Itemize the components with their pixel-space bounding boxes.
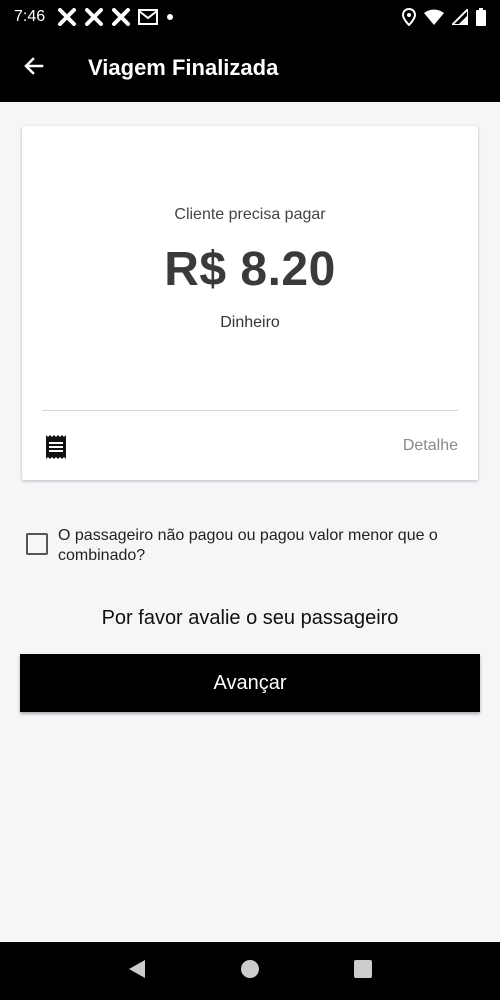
- dot-icon: [165, 12, 175, 22]
- advance-button[interactable]: Avançar: [20, 654, 480, 712]
- signal-icon: [452, 9, 468, 25]
- detail-link[interactable]: Detalhe: [403, 437, 458, 455]
- gmail-icon: [138, 9, 159, 25]
- triangle-back-icon: [128, 959, 146, 984]
- status-time: 7:46: [14, 8, 46, 25]
- notification-x-icon: [57, 8, 77, 26]
- app-bar: Viagem Finalizada: [0, 34, 500, 102]
- battery-icon: [476, 8, 486, 26]
- payment-amount: R$ 8.20: [164, 243, 336, 296]
- rate-passenger-prompt: Por favor avalie o seu passageiro: [101, 607, 399, 629]
- unpaid-checkbox-label[interactable]: O passageiro não pagou ou pagou valor me…: [58, 526, 476, 566]
- status-system-icons: [402, 8, 486, 26]
- back-button[interactable]: [0, 34, 68, 102]
- status-bar: 7:46: [0, 0, 500, 34]
- notification-x-icon: [111, 8, 131, 26]
- page-title: Viagem Finalizada: [88, 55, 279, 80]
- unpaid-checkbox[interactable]: [26, 533, 48, 555]
- square-recents-icon: [353, 959, 373, 984]
- receipt-icon[interactable]: [44, 434, 68, 460]
- arrow-left-icon: [22, 54, 46, 83]
- notification-x-icon: [84, 8, 104, 26]
- card-divider: [42, 410, 458, 411]
- nav-recents-button[interactable]: [343, 951, 383, 991]
- circle-home-icon: [240, 959, 260, 984]
- navigation-bar: [0, 942, 500, 1000]
- payment-method: Dinheiro: [220, 314, 280, 331]
- status-notification-icons: [57, 8, 175, 26]
- payment-card: Cliente precisa pagar R$ 8.20 Dinheiro D…: [22, 126, 478, 480]
- unpaid-checkbox-row[interactable]: O passageiro não pagou ou pagou valor me…: [26, 526, 476, 566]
- location-icon: [402, 8, 416, 26]
- payment-subtitle: Cliente precisa pagar: [174, 206, 326, 223]
- nav-home-button[interactable]: [230, 951, 270, 991]
- nav-back-button[interactable]: [117, 951, 157, 991]
- wifi-icon: [424, 9, 444, 25]
